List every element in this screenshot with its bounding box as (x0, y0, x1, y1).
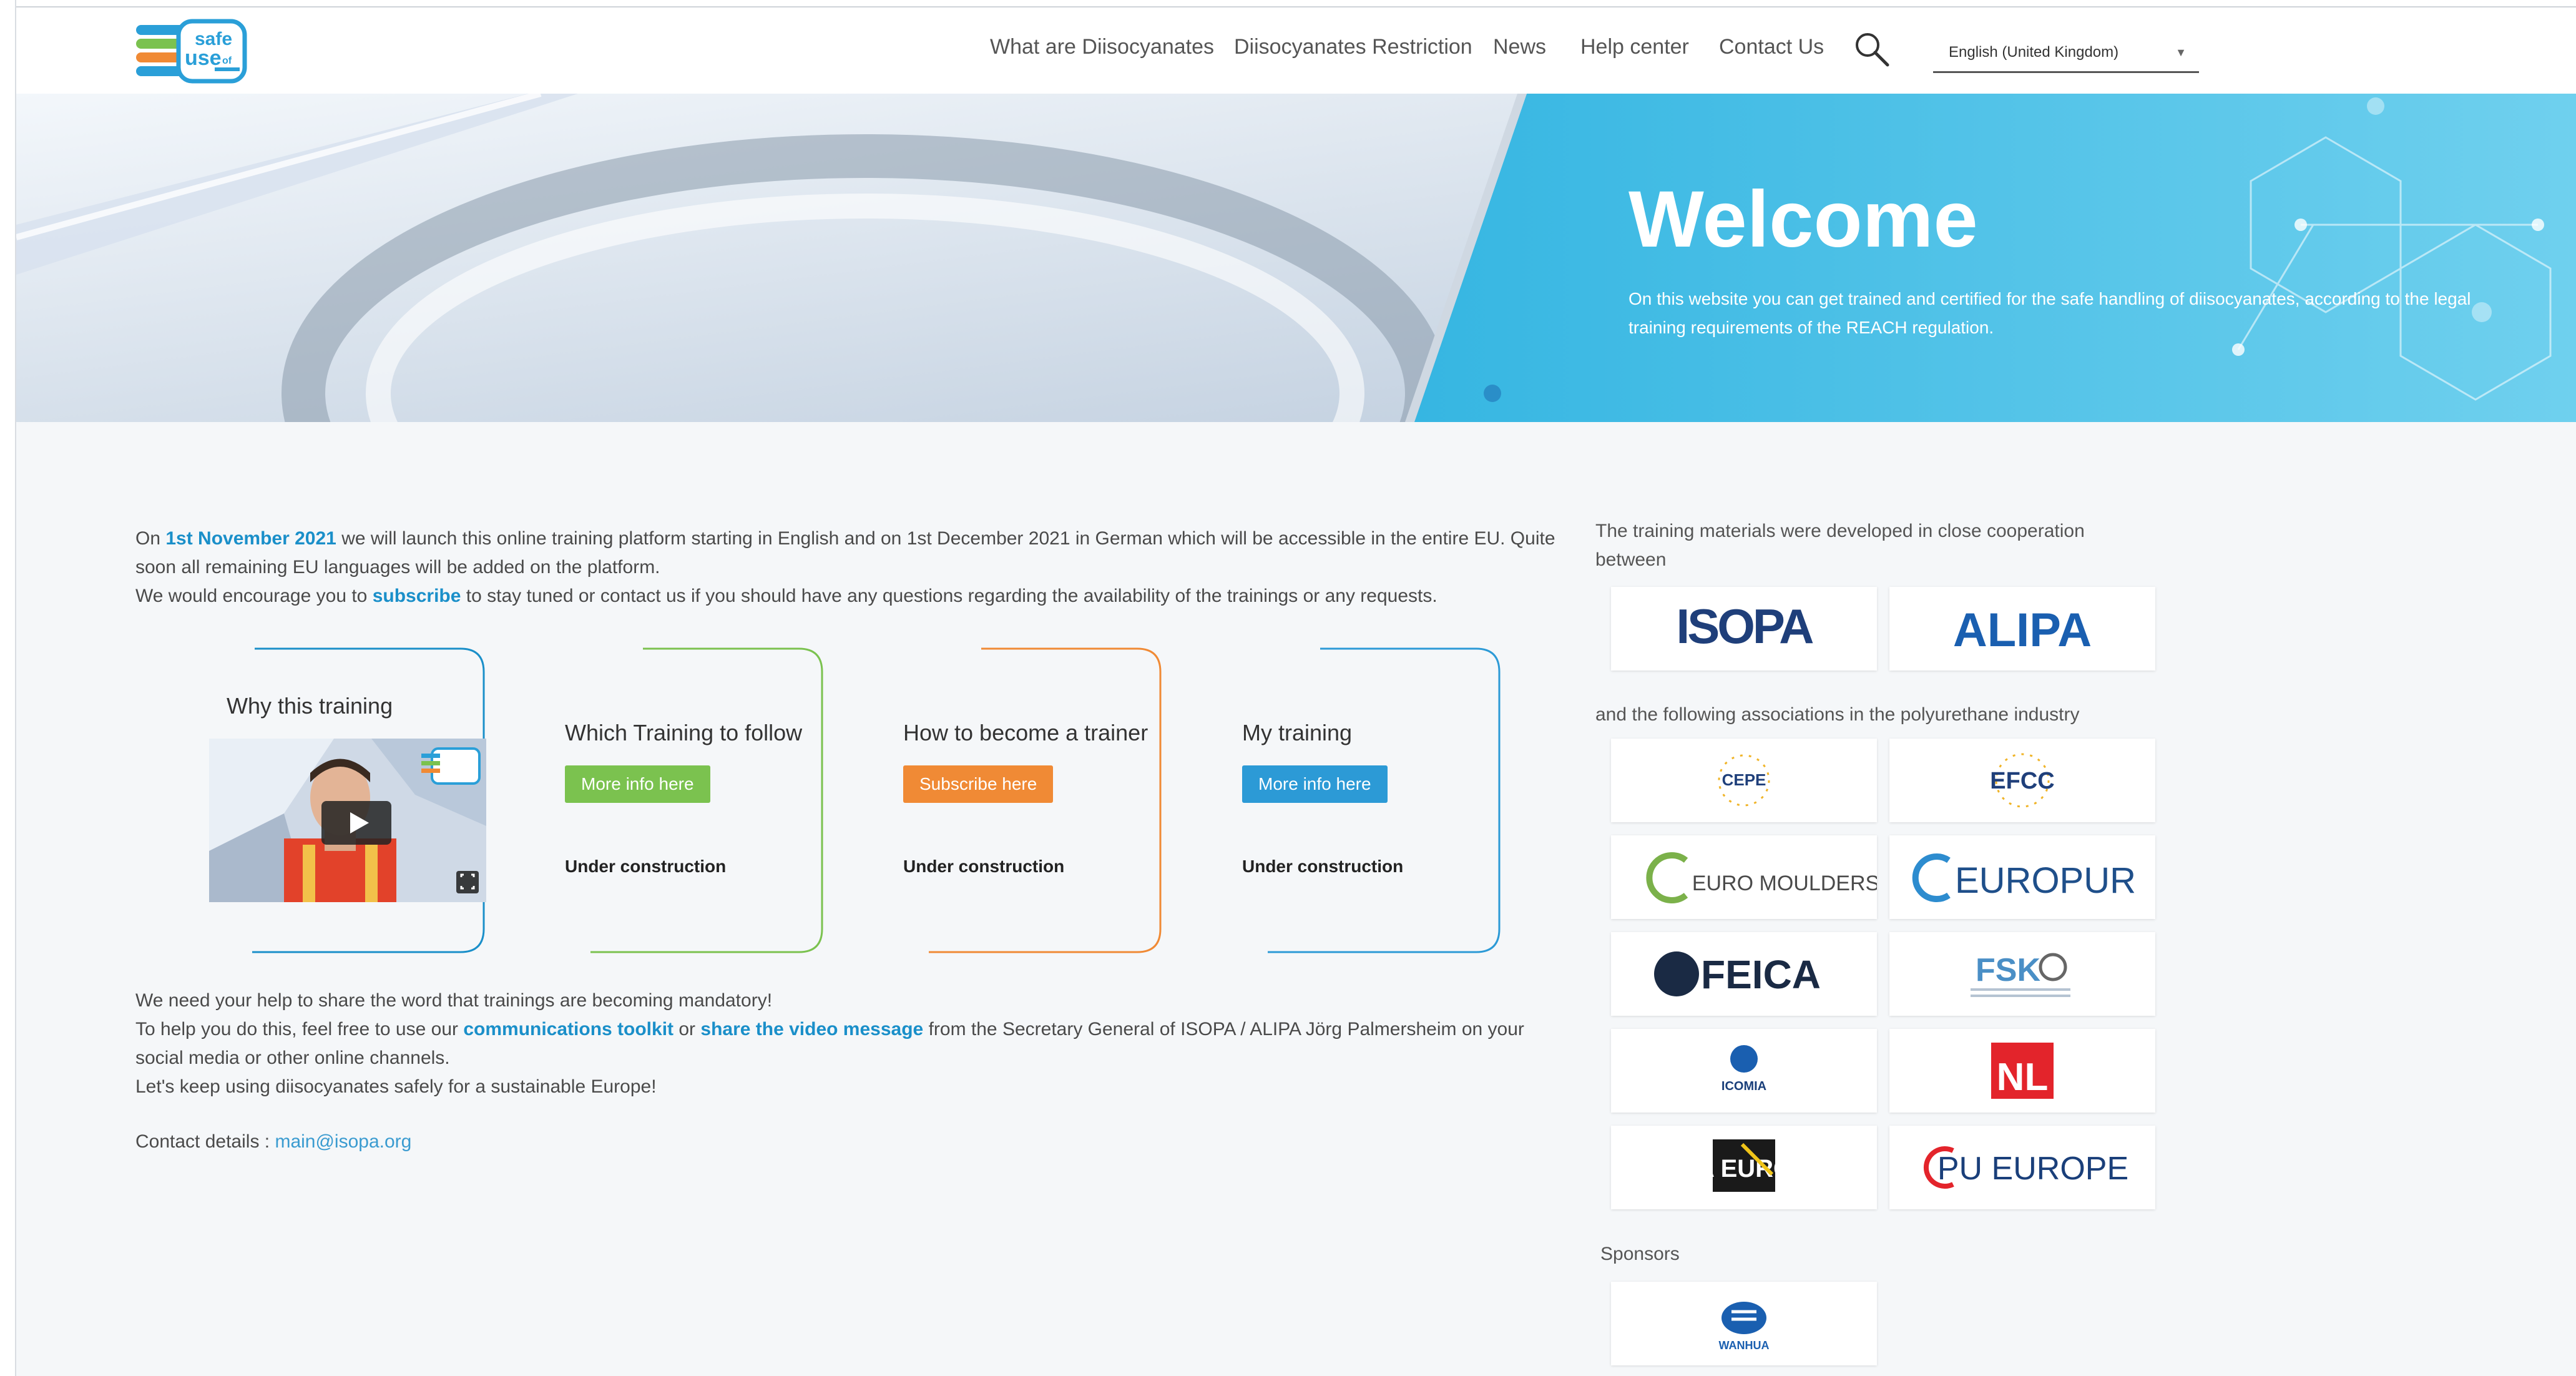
association-logo-icomia[interactable]: ICOMIA (1611, 1029, 1877, 1113)
card-which-training: Which Training to follow More info here … (531, 647, 824, 954)
subscribe-link[interactable]: subscribe (373, 586, 461, 606)
chevron-down-icon: ▼ (2175, 46, 2187, 59)
nav-diisocyanates-restriction[interactable]: Diisocyanates Restriction (1234, 35, 1472, 59)
svg-text:EUROPUR: EUROPUR (1955, 860, 2136, 901)
partner-logo-isopa[interactable]: ISOPA (1611, 587, 1877, 671)
under-construction-label: Under construction (565, 857, 727, 876)
association-logo-fsk[interactable]: FSK (1889, 932, 2155, 1016)
site-header: safe use of What are Diisocyanates Diiso… (16, 6, 2576, 94)
more-info-button[interactable]: More info here (565, 765, 710, 803)
search-icon[interactable] (1851, 29, 1895, 72)
under-construction-label: Under construction (903, 857, 1065, 876)
intro-text: On 1st November 2021 we will launch this… (135, 524, 1565, 611)
nav-help-center[interactable]: Help center (1580, 35, 1689, 59)
share-line2-prefix: To help you do this, feel free to use ou… (135, 1019, 464, 1039)
share-line-3: Let's keep using diisocyanates safely fo… (135, 1076, 657, 1097)
svg-text:ISOPA: ISOPA (1677, 599, 1814, 654)
hero-background-image (16, 94, 2576, 422)
svg-text:use: use (185, 46, 222, 70)
sponsors-heading: Sponsors (1600, 1244, 1680, 1264)
nav-contact-us[interactable]: Contact Us (1719, 35, 1824, 59)
svg-text:ALIPA: ALIPA (1953, 604, 2092, 657)
intro-p2-prefix: We would encourage you to (135, 586, 373, 606)
intro-paragraph-2: We would encourage you to subscribe to s… (135, 582, 1565, 611)
language-select[interactable]: English (United Kingdom) ▼ (1933, 32, 2199, 73)
site-logo[interactable]: safe use of (135, 14, 247, 84)
association-logo-pda-europe[interactable]: PDA EUROPE (1611, 1126, 1877, 1209)
contact-details: Contact details : main@isopa.org (135, 1131, 411, 1152)
nav-what-are-diisocyanates[interactable]: What are Diisocyanates (990, 35, 1214, 59)
svg-text:CEPE: CEPE (1722, 770, 1766, 789)
share-video-link[interactable]: share the video message (700, 1019, 923, 1039)
association-logo-feica[interactable]: FEICA (1611, 932, 1877, 1016)
association-logo-euro-moulders[interactable]: EURO MOULDERS (1611, 835, 1877, 919)
association-logo-cepe[interactable]: CEPE (1611, 739, 1877, 822)
svg-text:WANHUA: WANHUA (1719, 1339, 1770, 1352)
intro-p1-rest: we will launch this online training plat… (135, 528, 1555, 577)
hero-banner: Welcome On this website you can get trai… (16, 94, 2576, 422)
contact-label: Contact details : (135, 1131, 275, 1152)
share-line2-mid: or (673, 1019, 701, 1039)
card-why-this-training: Why this training (192, 647, 486, 954)
under-construction-label: Under construction (1242, 857, 1404, 876)
sponsor-logo-wanhua[interactable]: WANHUA (1611, 1282, 1877, 1365)
association-logo-europur[interactable]: EUROPUR (1889, 835, 2155, 919)
card-become-trainer: How to become a trainer Subscribe here U… (869, 647, 1162, 954)
svg-text:FSK: FSK (1976, 952, 2040, 988)
association-logo-nl[interactable]: NL (1889, 1029, 2155, 1113)
svg-text:of: of (222, 56, 232, 66)
card-title: Why this training (227, 693, 393, 719)
card-my-training: My training More info here Under constru… (1208, 647, 1501, 954)
svg-text:ICOMIA: ICOMIA (1721, 1079, 1766, 1093)
cooperation-text: The training materials were developed in… (1595, 521, 2085, 570)
intro-p2-rest: to stay tuned or contact us if you shoul… (461, 586, 1437, 606)
svg-text:EURO MOULDERS: EURO MOULDERS (1692, 872, 1877, 895)
intro-p1-prefix: On (135, 528, 166, 549)
launch-date: 1st November 2021 (165, 528, 336, 549)
svg-text:FEICA: FEICA (1701, 952, 1821, 997)
associations-text: and the following associations in the po… (1595, 704, 2080, 725)
share-line-2: To help you do this, feel free to use ou… (135, 1015, 1565, 1073)
card-title: Which Training to follow (565, 720, 803, 745)
svg-text:EFCC: EFCC (1990, 768, 2054, 794)
card-title: How to become a trainer (903, 720, 1148, 745)
language-selected: English (United Kingdom) (1949, 44, 2119, 61)
svg-text:NL: NL (1997, 1056, 2049, 1099)
window-left-border (0, 0, 16, 1376)
partner-logo-alipa[interactable]: ALIPA (1889, 587, 2155, 671)
subscribe-button[interactable]: Subscribe here (903, 765, 1054, 803)
video-thumbnail[interactable] (209, 739, 486, 902)
share-line-1: We need your help to share the word that… (135, 990, 773, 1011)
nav-news[interactable]: News (1493, 35, 1546, 59)
more-info-button[interactable]: More info here (1242, 765, 1388, 803)
communications-toolkit-link[interactable]: communications toolkit (463, 1019, 673, 1039)
hero-title: Welcome (1628, 175, 1978, 264)
card-title: My training (1242, 720, 1353, 745)
svg-text:PDA EUROPE: PDA EUROPE (1662, 1155, 1826, 1182)
share-text: We need your help to share the word that… (135, 986, 1565, 1101)
contact-email-link[interactable]: main@isopa.org (275, 1131, 411, 1152)
association-logo-pu-europe[interactable]: PU EUROPE (1889, 1126, 2155, 1209)
window-top-border (0, 0, 2576, 6)
svg-text:PU EUROPE: PU EUROPE (1937, 1151, 2128, 1187)
association-logo-efcc[interactable]: EFCC (1889, 739, 2155, 822)
intro-paragraph-1: On 1st November 2021 we will launch this… (135, 524, 1565, 582)
hero-subtitle: On this website you can get trained and … (1628, 289, 2471, 337)
